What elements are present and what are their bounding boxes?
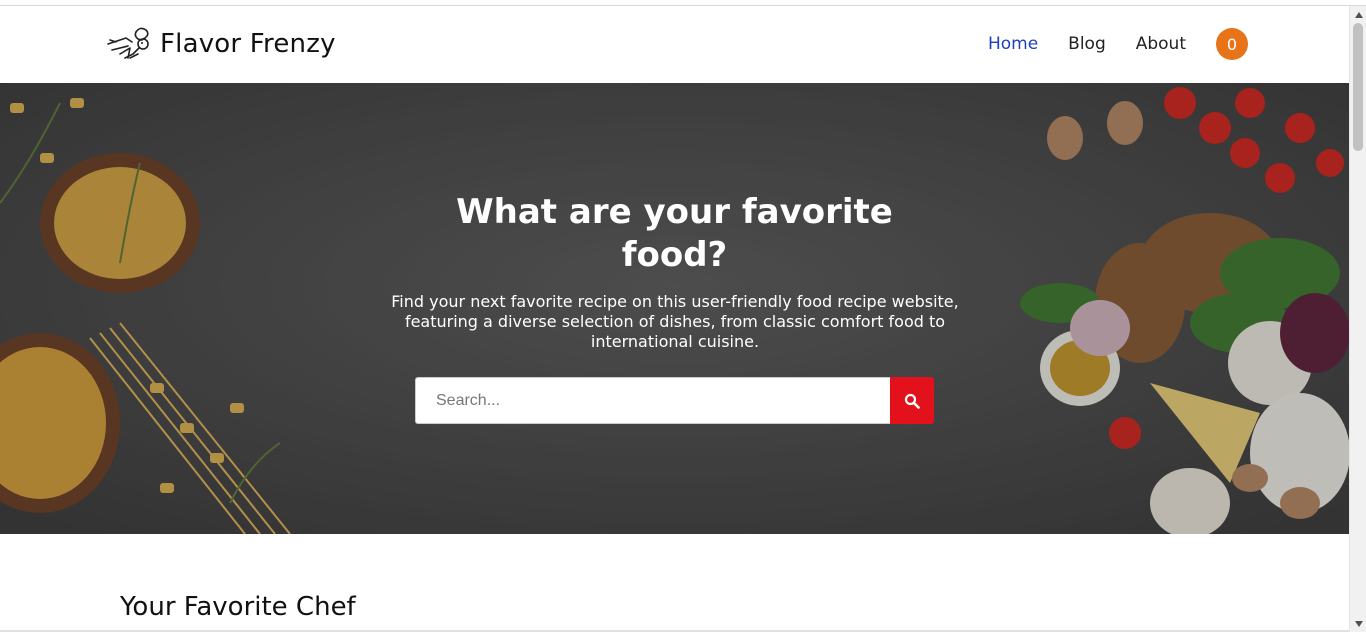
hero-title-line-1: What are your favorite [456, 192, 893, 232]
hero-content: What are your favorite food? Find your n… [0, 83, 1349, 534]
search-icon [904, 393, 920, 409]
hero-title: What are your favorite food? [0, 191, 1349, 277]
brand-name: Flavor Frenzy [160, 29, 336, 59]
scroll-up-arrow-icon[interactable] [1350, 6, 1366, 23]
cart-count-badge[interactable]: 0 [1216, 28, 1248, 60]
scrollbar-thumb[interactable] [1353, 23, 1363, 151]
site-header: Flavor Frenzy Home Blog About 0 [0, 6, 1349, 83]
main-nav: Home Blog About 0 [958, 28, 1248, 60]
nav-link-blog[interactable]: Blog [1068, 34, 1106, 54]
chef-hat-icon [107, 27, 149, 59]
nav-link-home[interactable]: Home [988, 34, 1038, 54]
brand-logo[interactable]: Flavor Frenzy [106, 24, 336, 64]
recipe-search-form [415, 377, 934, 424]
hero-subtitle: Find your next favorite recipe on this u… [391, 292, 959, 351]
nav-link-about[interactable]: About [1136, 34, 1186, 54]
scroll-down-arrow-icon[interactable] [1350, 615, 1366, 632]
search-input[interactable] [415, 377, 890, 424]
favorite-chef-heading: Your Favorite Chef [120, 592, 356, 622]
hero-title-line-2: food? [621, 235, 728, 275]
hero-banner: What are your favorite food? Find your n… [0, 83, 1349, 534]
page-scrollbar[interactable] [1349, 6, 1366, 632]
search-button[interactable] [890, 377, 934, 424]
